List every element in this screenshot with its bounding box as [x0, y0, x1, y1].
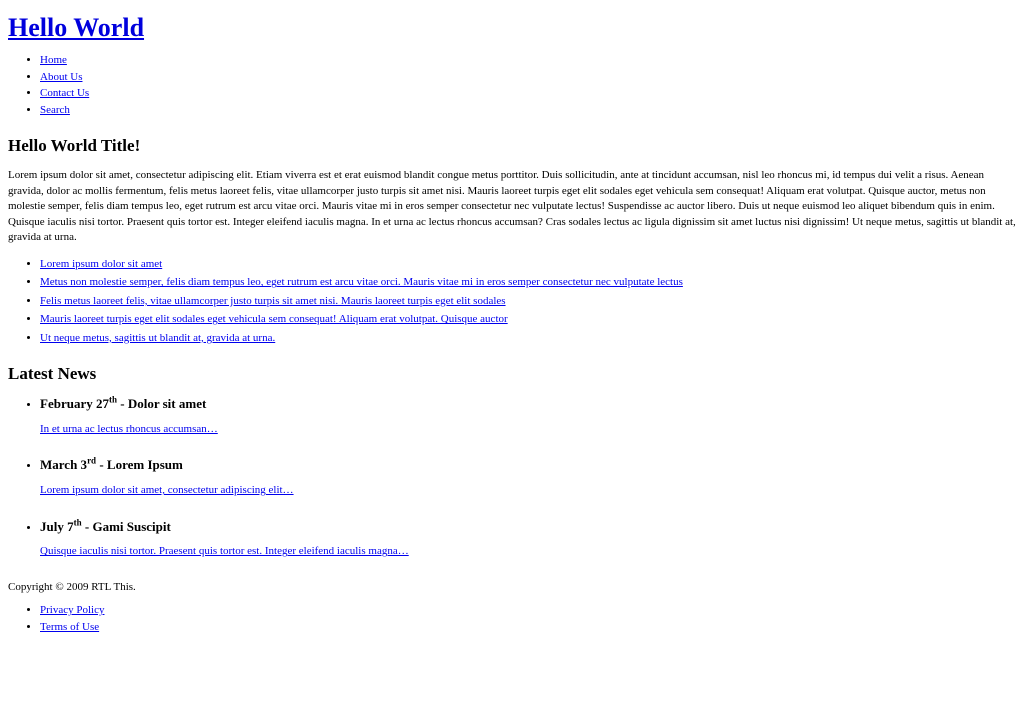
news-item-title: March 3rd - Lorem Ipsum [40, 455, 1016, 474]
nav-item: About Us [40, 70, 1016, 87]
site-footer: Copyright © 2009 RTL This. Privacy Polic… [8, 580, 1016, 637]
article-link-5[interactable]: Ut neque metus, sagittis ut blandit at, … [40, 332, 275, 344]
footer-link-list: Privacy Policy Terms of Use [8, 603, 1016, 637]
news-list: February 27th - Dolor sit amet In et urn… [8, 394, 1016, 560]
main-content: Hello World Title! Lorem ipsum dolor sit… [8, 136, 1016, 348]
news-heading: Latest News [8, 364, 97, 384]
article-link-list: Lorem ipsum dolor sit amet Metus non mol… [8, 256, 1016, 349]
footer-link-terms-of-use[interactable]: Terms of Use [40, 621, 99, 633]
list-item: Metus non molestie semper, felis diam te… [40, 274, 1016, 293]
list-item: Ut neque metus, sagittis ut blandit at, … [40, 330, 1016, 349]
article-link-2[interactable]: Metus non molestie semper, felis diam te… [40, 276, 683, 288]
news-item-date-ordinal: th [73, 517, 82, 528]
news-item-headline: Lorem Ipsum [106, 457, 183, 473]
news-item-separator: - [96, 457, 107, 473]
news-item-date: March 3 [40, 457, 88, 473]
nav-item: Home [40, 53, 1016, 70]
nav-item: Contact Us [40, 86, 1016, 103]
news-excerpt-link-1[interactable]: In et urna ac lectus rhoncus accumsan… [40, 423, 218, 435]
footer-link-privacy-policy[interactable]: Privacy Policy [40, 604, 104, 616]
article-link-1[interactable]: Lorem ipsum dolor sit amet [40, 258, 162, 270]
news-excerpt: Quisque iaculis nisi tortor. Praesent qu… [40, 544, 1016, 559]
news-excerpt-link-2[interactable]: Lorem ipsum dolor sit amet, consectetur … [40, 484, 294, 496]
nav-link-contact-us[interactable]: Contact Us [40, 87, 89, 99]
nav-link-home[interactable]: Home [40, 54, 67, 66]
site-header: Hello World Home About Us Contact Us Sea… [8, 13, 1016, 121]
page-body: { "header": { "site_title": "Hello World… [0, 13, 1024, 712]
intro-paragraph: Lorem ipsum dolor sit amet, consectetur … [8, 168, 1016, 244]
news-item-date-ordinal: th [108, 394, 117, 405]
article-link-3[interactable]: Felis metus laoreet felis, vitae ullamco… [40, 295, 506, 307]
nav-item: Search [40, 103, 1016, 120]
list-item: Lorem ipsum dolor sit amet [40, 256, 1016, 275]
news-item-headline: Gami Suscipit [92, 518, 171, 534]
news-item-separator: - [81, 518, 93, 534]
list-item: Terms of Use [40, 620, 1016, 637]
article-link-4[interactable]: Mauris laoreet turpis eget elit sodales … [40, 313, 508, 325]
news-excerpt: In et urna ac lectus rhoncus accumsan… [40, 422, 1016, 437]
nav-link-search[interactable]: Search [40, 104, 70, 116]
news-item-title: February 27th - Dolor sit amet [40, 394, 1016, 413]
news-item: July 7th - Gami Suscipit [40, 517, 1016, 536]
news-excerpt-link-3[interactable]: Quisque iaculis nisi tortor. Praesent qu… [40, 545, 409, 557]
news-item-date: July 7 [40, 518, 74, 534]
primary-navigation: Home About Us Contact Us Search [8, 53, 1016, 121]
news-item-headline: Dolor sit amet [127, 395, 207, 411]
list-item: Privacy Policy [40, 603, 1016, 620]
news-item-date-ordinal: rd [87, 455, 97, 466]
main-heading: Hello World Title! [8, 136, 141, 156]
news-item-separator: - [116, 395, 128, 411]
news-excerpt: Lorem ipsum dolor sit amet, consectetur … [40, 483, 1016, 498]
page-title: Hello World [8, 13, 1016, 43]
list-item: Mauris laoreet turpis eget elit sodales … [40, 311, 1016, 330]
copyright-text: Copyright © 2009 RTL This. [8, 580, 136, 593]
list-item: Felis metus laoreet felis, vitae ullamco… [40, 293, 1016, 312]
latest-news-section: Latest News February 27th - Dolor sit am… [8, 364, 1016, 559]
site-title-link[interactable]: Hello World [8, 13, 144, 42]
news-item-title: July 7th - Gami Suscipit [40, 517, 1016, 536]
news-item-date: February 27 [40, 395, 109, 411]
news-item: February 27th - Dolor sit amet [40, 394, 1016, 413]
news-item: March 3rd - Lorem Ipsum [40, 455, 1016, 474]
nav-link-about-us[interactable]: About Us [40, 71, 82, 83]
